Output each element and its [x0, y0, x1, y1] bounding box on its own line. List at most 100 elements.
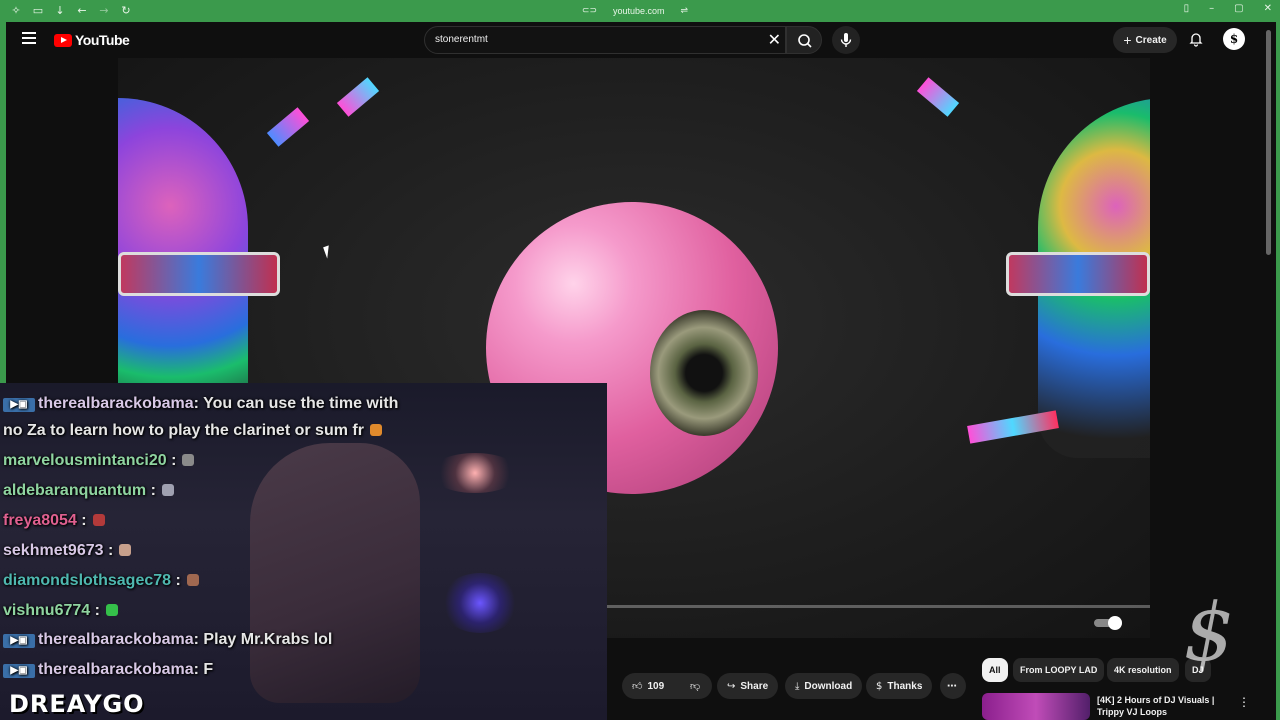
chat-text: : [171, 572, 181, 589]
share-icon: ↪ [727, 680, 736, 692]
create-label: Create [1135, 34, 1167, 46]
chat-message: vishnu6774 : [3, 602, 118, 620]
chat-username: freya8054 [3, 512, 77, 529]
back-icon[interactable]: ← [76, 5, 88, 17]
download-button[interactable]: ⤓ Download [785, 673, 863, 699]
tabs-icon[interactable]: ▭ [32, 5, 44, 17]
streamer-logo-watermark: $ [1183, 586, 1235, 679]
chat-text: : F [193, 661, 214, 678]
page-scrollbar[interactable] [1266, 30, 1271, 255]
hamburger-menu-icon[interactable] [22, 32, 36, 46]
chat-emote-icon [161, 484, 174, 496]
minimize-icon[interactable]: – [1209, 3, 1214, 14]
chat-text: : [103, 542, 114, 559]
like-count: 109 [647, 680, 665, 692]
search-input[interactable]: stonerentmt ✕ [424, 26, 786, 54]
chat-emote-icon [119, 544, 132, 556]
clear-search-icon[interactable]: ✕ [768, 31, 781, 49]
microphone-icon [840, 33, 852, 47]
window-border-right [1276, 22, 1280, 720]
super-thanks-icon: $ [876, 680, 883, 692]
share-button[interactable]: ↪ Share [717, 673, 779, 699]
chat-badge-icon: ▶▣ [3, 398, 35, 412]
chat-emote-icon [186, 574, 199, 586]
extensions-icon[interactable]: ✧ [10, 5, 22, 17]
chat-text: : [90, 602, 100, 619]
visor-left [118, 252, 280, 296]
window-controls: ▯ – ▢ ✕ [1184, 3, 1272, 14]
share-label: Share [740, 680, 769, 692]
more-icon: ⋯ [947, 680, 957, 692]
search-query: stonerentmt [435, 34, 488, 45]
chat-message: ▶▣ therealbarackobama: You can use the ti… [3, 395, 398, 413]
chat-message: aldebaranquantum : [3, 482, 174, 500]
create-button[interactable]: + Create [1113, 27, 1177, 53]
webcam-blue-light [440, 573, 520, 633]
search-button[interactable] [786, 26, 822, 54]
chip-all[interactable]: All [982, 658, 1008, 682]
autoplay-toggle-knob[interactable] [1108, 616, 1122, 630]
chat-emote-icon [92, 514, 105, 526]
streamer-name: DREAYGO [9, 690, 145, 718]
tune-icon[interactable]: ⇌ [681, 6, 689, 16]
chat-emote-icon [105, 604, 118, 616]
eyeball-iris [650, 310, 758, 436]
chat-message: no Za to learn how to play the clarinet … [3, 422, 382, 440]
chat-username: sekhmet9673 [3, 542, 104, 559]
youtube-play-icon [54, 33, 72, 47]
thumbs-down-icon: 👎︎ [690, 681, 701, 692]
chat-text: no Za to learn how to play the clarinet … [3, 422, 364, 439]
chat-message: sekhmet9673 : [3, 542, 132, 560]
download-icon[interactable]: ↓ [54, 5, 66, 17]
thanks-label: Thanks [887, 680, 923, 692]
chat-text: : You can use the time with [193, 395, 399, 412]
link-icon: ⊂⊃ [581, 6, 597, 16]
chat-badge-icon: ▶▣ [3, 664, 35, 678]
chat-message: diamondslothsagec78 : [3, 572, 199, 590]
chat-emote-icon [182, 454, 195, 466]
chat-username: diamondslothsagec78 [3, 572, 172, 589]
url-text: youtube.com [613, 6, 665, 16]
chip-from-channel[interactable]: From LOOPY LAD [1013, 658, 1105, 682]
address-bar[interactable]: ⊂⊃ youtube.com ⇌ [575, 3, 695, 19]
chat-message: ▶▣ therealbarackobama: F [3, 661, 213, 679]
sidebar-toggle-icon[interactable]: ▯ [1184, 3, 1190, 14]
plus-icon: + [1123, 32, 1132, 48]
chat-message: ▶▣ therealbarackobama: Play Mr.Krabs lol [3, 631, 332, 649]
chat-text: : [166, 452, 177, 469]
download-arrow-icon: ⤓ [795, 680, 800, 692]
youtube-logo[interactable]: YouTube [54, 32, 130, 48]
chat-username: therealbarackobama [38, 661, 194, 678]
chat-text: : [146, 482, 156, 499]
chat-username: therealbarackobama [38, 631, 194, 648]
forward-icon[interactable]: → [98, 5, 110, 17]
thumbs-up-icon: 👍︎ [632, 681, 643, 692]
search-icon [798, 34, 812, 48]
maximize-icon[interactable]: ▢ [1234, 3, 1243, 14]
streamer-figure [250, 443, 420, 703]
chat-emote-icon [369, 424, 382, 436]
chat-message: marvelousmintanci20 : [3, 452, 195, 470]
youtube-logo-text: YouTube [75, 32, 130, 48]
chat-username: marvelousmintanci20 [3, 452, 167, 469]
chat-message: freya8054 : [3, 512, 105, 530]
recommendation-thumbnail[interactable] [982, 693, 1090, 720]
voice-search-button[interactable] [832, 26, 860, 54]
reload-icon[interactable]: ↻ [120, 5, 132, 17]
thanks-button[interactable]: $ Thanks [866, 673, 933, 699]
chat-username: therealbarackobama [38, 395, 194, 412]
chat-text: : Play Mr.Krabs lol [193, 631, 333, 648]
dislike-button[interactable]: 👎︎ [682, 673, 712, 699]
close-window-icon[interactable]: ✕ [1264, 3, 1272, 14]
chat-badge-icon: ▶▣ [3, 634, 35, 648]
more-actions-button[interactable]: ⋯ [940, 673, 966, 699]
youtube-header: YouTube stonerentmt ✕ + Create $ [6, 22, 1276, 58]
chat-username: vishnu6774 [3, 602, 91, 619]
webcam-light [430, 453, 520, 493]
chat-text: : [76, 512, 87, 529]
download-label: Download [804, 680, 853, 692]
account-avatar[interactable]: $ [1223, 28, 1245, 50]
chat-username: aldebaranquantum [3, 482, 147, 499]
like-button[interactable]: 👍︎ 109 [622, 673, 682, 699]
notifications-icon[interactable] [1188, 31, 1204, 47]
